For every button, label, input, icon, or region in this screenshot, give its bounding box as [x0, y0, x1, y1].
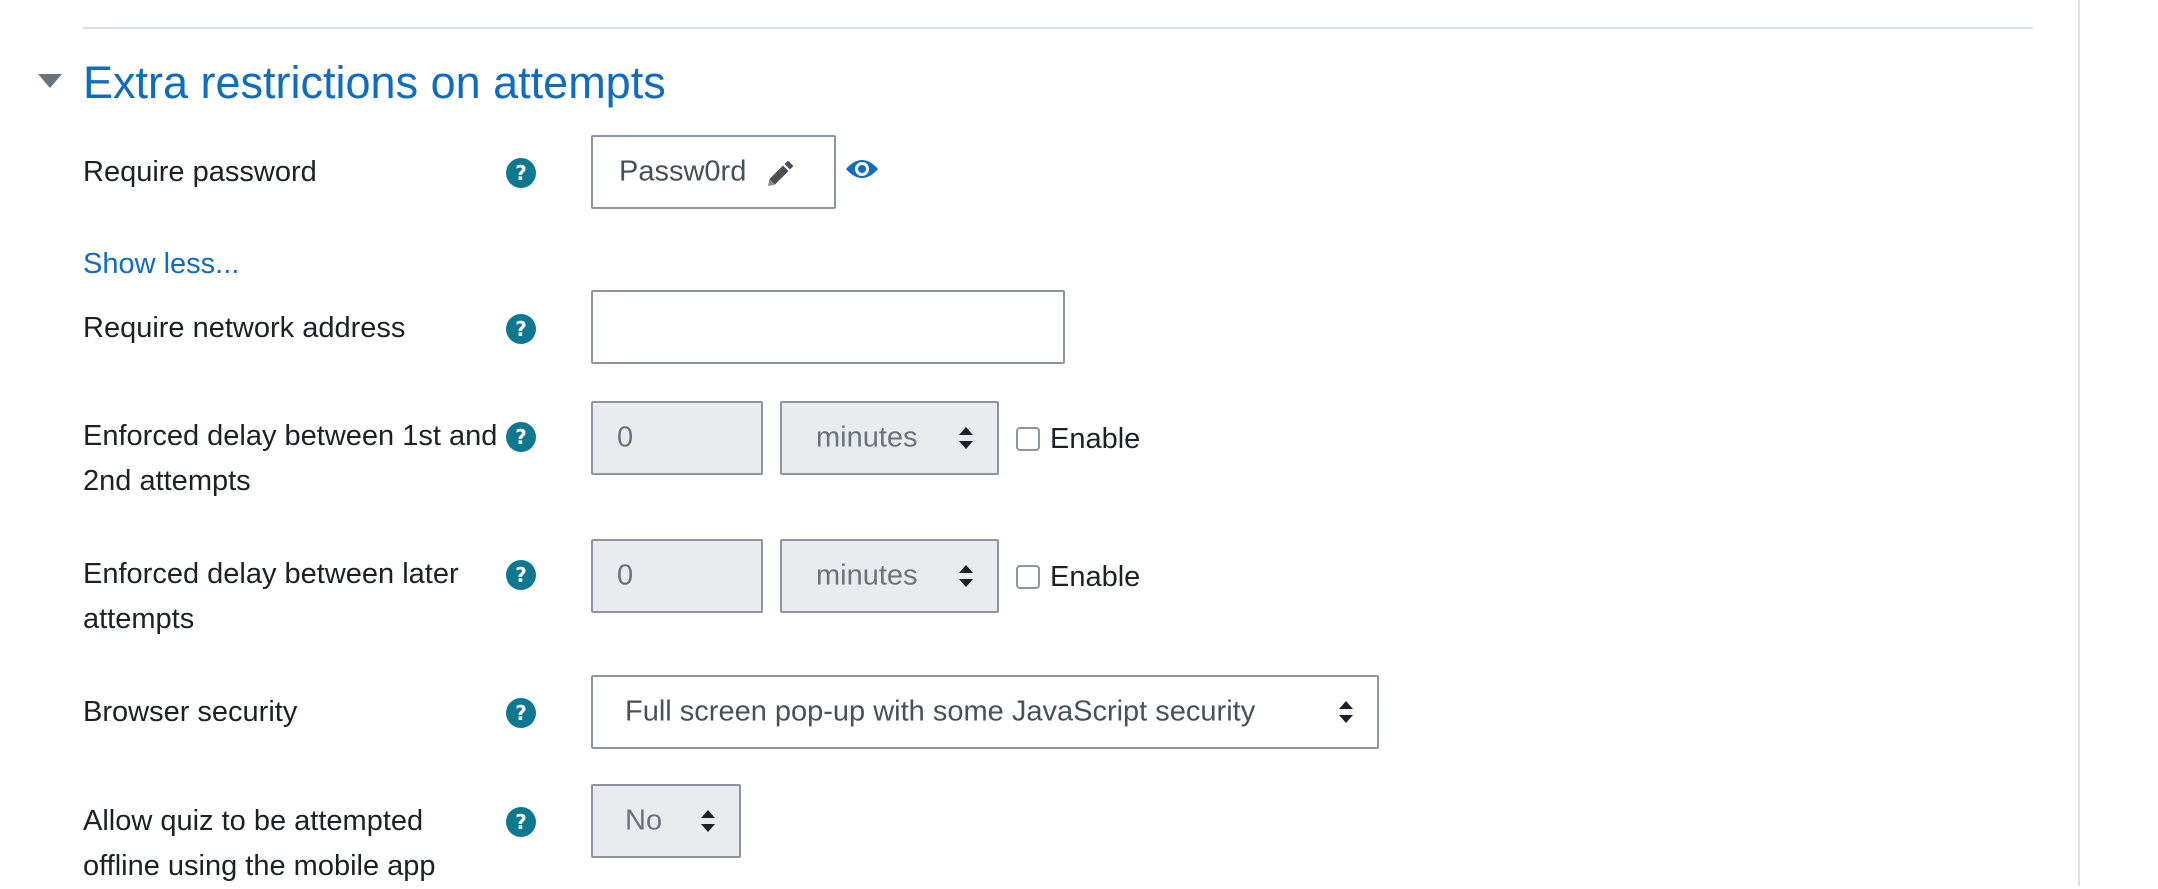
delay-later-unit-select[interactable]: minutes — [780, 539, 999, 613]
help-icon[interactable]: ? — [506, 807, 536, 837]
password-value: Passw0rd — [619, 155, 747, 188]
delay-later-label: Enforced delay between later attempts — [83, 558, 459, 635]
delay-first-second-enable-label[interactable]: Enable — [1050, 421, 1140, 457]
delay-first-second-label: Enforced delay between 1st and 2nd attem… — [83, 420, 498, 497]
help-icon[interactable]: ? — [506, 158, 536, 188]
help-icon[interactable]: ? — [506, 698, 536, 728]
delay-first-second-unit: minutes — [816, 421, 918, 454]
help-icon[interactable]: ? — [506, 422, 536, 452]
offline-attempts-label: Allow quiz to be attempted offline using… — [83, 805, 436, 882]
password-field[interactable]: Passw0rd — [591, 135, 836, 209]
delay-later-value: 0 — [617, 559, 634, 592]
help-icon[interactable]: ? — [506, 560, 536, 590]
delay-later-input[interactable]: 0 — [591, 539, 763, 613]
select-arrows-icon — [1339, 701, 1353, 723]
pencil-icon[interactable] — [764, 160, 794, 190]
eye-icon[interactable] — [845, 157, 879, 181]
delay-first-second-value: 0 — [617, 421, 634, 454]
browser-security-select[interactable]: Full screen pop-up with some JavaScript … — [591, 675, 1379, 749]
page-border — [2078, 0, 2080, 886]
delay-first-second-unit-select[interactable]: minutes — [780, 401, 999, 475]
select-arrows-icon — [959, 565, 973, 587]
collapse-caret-icon[interactable] — [38, 74, 62, 88]
delay-first-second-input[interactable]: 0 — [591, 401, 763, 475]
browser-security-selected: Full screen pop-up with some JavaScript … — [625, 695, 1256, 728]
show-less-link[interactable]: Show less... — [83, 246, 239, 282]
offline-attempts-select[interactable]: No — [591, 784, 741, 858]
delay-later-enable-label[interactable]: Enable — [1050, 559, 1140, 595]
select-arrows-icon — [959, 427, 973, 449]
section-title[interactable]: Extra restrictions on attempts — [83, 54, 666, 112]
delay-first-second-enable-checkbox[interactable] — [1016, 427, 1040, 451]
delay-later-enable-checkbox[interactable] — [1016, 565, 1040, 589]
require-password-label: Require password — [83, 156, 317, 188]
section-divider — [83, 27, 2033, 29]
network-address-input[interactable] — [591, 290, 1065, 364]
offline-attempts-selected: No — [625, 804, 663, 837]
delay-later-unit: minutes — [816, 559, 918, 592]
network-address-label: Require network address — [83, 312, 406, 344]
select-arrows-icon — [701, 810, 715, 832]
browser-security-label: Browser security — [83, 696, 298, 728]
help-icon[interactable]: ? — [506, 314, 536, 344]
